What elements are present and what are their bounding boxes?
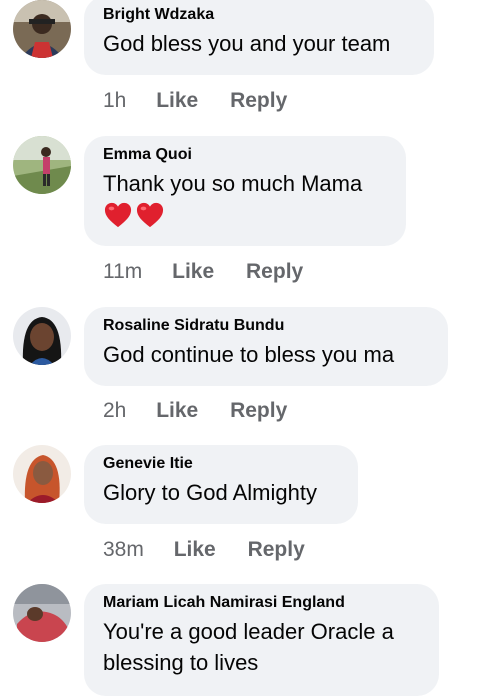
comment-time[interactable]: 2h	[103, 397, 126, 425]
like-button[interactable]: Like	[174, 536, 216, 564]
comment-bubble: Rosaline Sidratu Bundu God continue to b…	[84, 307, 448, 386]
reply-button[interactable]: Reply	[230, 87, 287, 115]
red-heart-icon	[104, 203, 132, 228]
comment-text-line: blessing to lives	[103, 650, 259, 675]
comment-author[interactable]: Rosaline Sidratu Bundu	[103, 317, 428, 335]
comment-text: You're a good leader Oracle a blessing t…	[103, 616, 419, 678]
avatar[interactable]	[13, 445, 71, 503]
comment-text: Thank you so much Mama	[103, 171, 363, 196]
comment-author[interactable]: Emma Quoi	[103, 146, 386, 164]
comment-text: Glory to God Almighty	[103, 480, 317, 505]
like-button[interactable]: Like	[156, 397, 198, 425]
comment-actions: 38m Like Reply	[103, 536, 305, 564]
comment-bubble: Bright Wdzaka God bless you and your tea…	[84, 0, 434, 75]
comment-actions: 11m Like Reply	[103, 258, 303, 286]
avatar-photo	[13, 0, 71, 58]
comment-text: God continue to bless you ma	[103, 342, 395, 367]
emoji-row	[103, 201, 386, 229]
like-button[interactable]: Like	[156, 87, 198, 115]
avatar[interactable]	[13, 136, 71, 194]
comment-actions: 2h Like Reply	[103, 397, 287, 425]
avatar-photo	[13, 584, 71, 642]
avatar-photo	[13, 136, 71, 194]
reply-button[interactable]: Reply	[246, 258, 303, 286]
comment-bubble: Mariam Licah Namirasi England You're a g…	[84, 584, 439, 696]
avatar[interactable]	[13, 307, 71, 365]
comment-bubble: Emma Quoi Thank you so much Mama	[84, 136, 406, 246]
comment-text: God bless you and your team	[103, 31, 391, 56]
red-heart-icon	[136, 203, 164, 228]
comment-time[interactable]: 38m	[103, 536, 144, 564]
reply-button[interactable]: Reply	[248, 536, 305, 564]
avatar-photo	[13, 307, 71, 365]
like-button[interactable]: Like	[172, 258, 214, 286]
comment-author[interactable]: Bright Wdzaka	[103, 6, 414, 24]
comment-actions: 1h Like Reply	[103, 87, 287, 115]
comment-author[interactable]: Mariam Licah Namirasi England	[103, 594, 419, 612]
comment-author[interactable]: Genevie Itie	[103, 455, 338, 473]
comment-bubble: Genevie Itie Glory to God Almighty	[84, 445, 358, 524]
reply-button[interactable]: Reply	[230, 397, 287, 425]
avatar[interactable]	[13, 0, 71, 58]
avatar-photo	[13, 445, 71, 503]
comment-time[interactable]: 1h	[103, 87, 126, 115]
comment-text-line: You're a good leader Oracle a	[103, 619, 394, 644]
avatar[interactable]	[13, 584, 71, 642]
comment-time[interactable]: 11m	[103, 258, 142, 286]
